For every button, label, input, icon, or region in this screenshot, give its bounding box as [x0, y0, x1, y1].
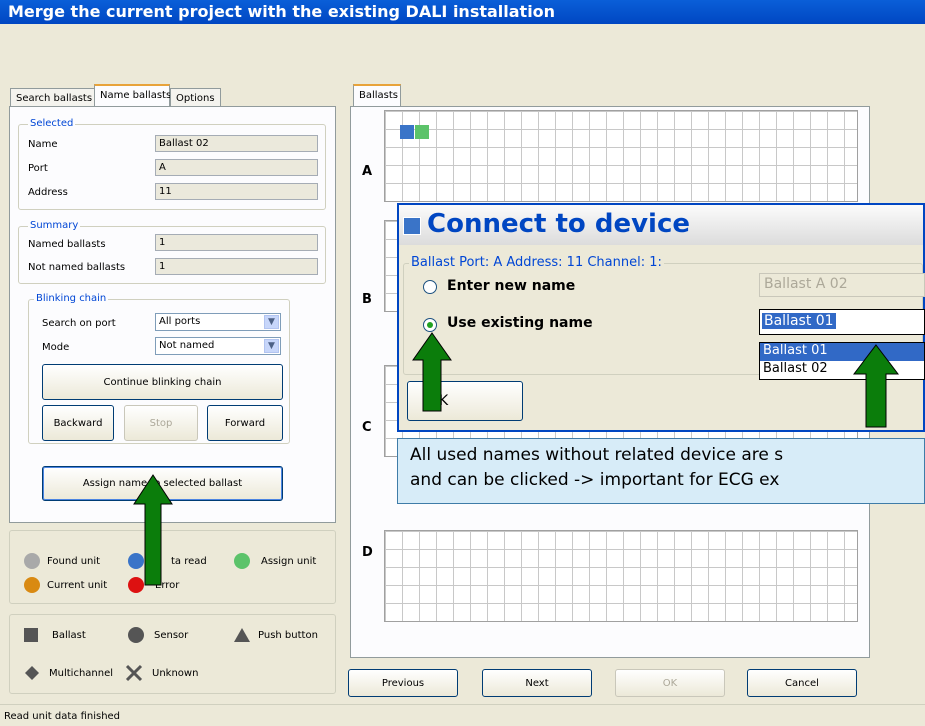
chevron-down-icon[interactable]: ▼ — [264, 315, 279, 329]
mode-label: Mode — [42, 342, 70, 353]
named-ballasts-label: Named ballasts — [28, 239, 106, 250]
search-on-port-value: All ports — [159, 316, 201, 327]
assign-unit-label: Assign unit — [261, 556, 317, 567]
stop-button[interactable]: Stop — [124, 405, 198, 441]
previous-button[interactable]: Previous — [348, 669, 458, 697]
current-unit-label: Current unit — [47, 580, 108, 591]
arrow-up-icon — [133, 474, 173, 589]
search-on-port-label: Search on port — [42, 318, 116, 329]
existing-name-value: Ballast 01 — [762, 313, 836, 329]
list-item[interactable]: Ballast 02 — [760, 361, 924, 379]
name-label: Name — [28, 139, 58, 150]
existing-name-combo[interactable]: Ballast 01 — [759, 309, 925, 335]
multichannel-legend-label: Multichannel — [49, 668, 114, 679]
tab-ballasts[interactable]: Ballasts — [353, 84, 401, 106]
name-field: Ballast 02 — [155, 135, 318, 152]
unknown-icon — [124, 663, 144, 686]
ballast-a02-marker[interactable] — [415, 125, 429, 139]
port-d-grid[interactable] — [384, 530, 858, 622]
current-unit-icon — [24, 577, 40, 593]
ballast-a01-marker[interactable] — [400, 125, 414, 139]
named-ballasts-field: 1 — [155, 234, 318, 251]
status-bar — [0, 704, 925, 726]
continue-blinking-chain-button[interactable]: Continue blinking chain — [42, 364, 283, 400]
arrow-up-icon — [852, 344, 900, 431]
address-field: 11 — [155, 183, 318, 200]
callout-line-2: and can be clicked -> important for ECG … — [410, 470, 780, 490]
port-label: Port — [28, 163, 48, 174]
ok-button[interactable]: OK — [615, 669, 725, 697]
row-label-a: A — [362, 164, 373, 179]
unknown-legend-label: Unknown — [152, 668, 199, 679]
row-label-c: C — [362, 420, 372, 435]
tab-options[interactable]: Options — [170, 88, 221, 108]
ballast-legend-label: Ballast — [52, 630, 86, 641]
arrow-up-icon — [412, 332, 452, 415]
summary-group-title: Summary — [28, 220, 81, 231]
push-button-icon — [233, 627, 251, 646]
assign-unit-icon — [234, 553, 250, 569]
not-named-ballasts-label: Not named ballasts — [28, 262, 126, 273]
search-on-port-select[interactable]: All ports ▼ — [155, 313, 281, 331]
tab-search-ballasts[interactable]: Search ballasts — [10, 88, 99, 108]
dialog-title: Connect to device — [427, 209, 690, 239]
list-item-selected[interactable]: Ballast 01 — [760, 343, 924, 361]
window-title: Merge the current project with the exist… — [8, 2, 556, 21]
sensor-legend-label: Sensor — [154, 630, 189, 641]
found-unit-label: Found unit — [47, 556, 101, 567]
chevron-down-icon[interactable]: ▼ — [264, 339, 279, 353]
type-legend — [9, 614, 336, 694]
push-button-legend-label: Push button — [258, 630, 318, 641]
ballast-info-label: Ballast Port: A Address: 11 Channel: 1: — [409, 255, 664, 270]
address-label: Address — [28, 187, 68, 198]
selected-group-title: Selected — [28, 118, 76, 129]
multichannel-icon — [24, 665, 40, 684]
new-name-input[interactable]: Ballast A 02 — [759, 273, 925, 297]
backward-button[interactable]: Backward — [42, 405, 114, 441]
device-icon — [403, 217, 421, 235]
callout-line-1: All used names without related device ar… — [410, 445, 784, 465]
data-read-label: ta read — [171, 556, 207, 567]
next-button[interactable]: Next — [482, 669, 592, 697]
port-field: A — [155, 159, 318, 176]
window-title-bar: Merge the current project with the exist… — [0, 0, 925, 24]
found-unit-icon — [24, 553, 40, 569]
new-name-radio[interactable] — [423, 280, 437, 294]
mode-value: Not named — [159, 340, 215, 351]
existing-name-radio[interactable] — [423, 318, 437, 332]
forward-button[interactable]: Forward — [207, 405, 283, 441]
annotation-callout: All used names without related device ar… — [397, 438, 925, 504]
not-named-ballasts-field: 1 — [155, 258, 318, 275]
existing-name-option-label[interactable]: Use existing name — [447, 315, 593, 331]
port-a-grid[interactable] — [384, 110, 858, 202]
mode-select[interactable]: Not named ▼ — [155, 337, 281, 355]
sensor-icon — [128, 627, 144, 643]
status-text: Read unit data finished — [4, 711, 121, 722]
new-name-option-label[interactable]: Enter new name — [447, 278, 575, 294]
tab-name-ballasts[interactable]: Name ballasts — [94, 84, 171, 106]
blinking-chain-title: Blinking chain — [34, 293, 109, 304]
row-label-b: B — [362, 292, 372, 307]
connect-device-dialog: Connect to device Ballast Port: A Addres… — [397, 203, 925, 432]
ballast-icon — [24, 628, 38, 642]
row-label-d: D — [362, 545, 373, 560]
cancel-button[interactable]: Cancel — [747, 669, 857, 697]
existing-names-list[interactable]: Ballast 01 Ballast 02 — [759, 342, 925, 380]
dialog-title-bar: Connect to device — [399, 205, 923, 245]
